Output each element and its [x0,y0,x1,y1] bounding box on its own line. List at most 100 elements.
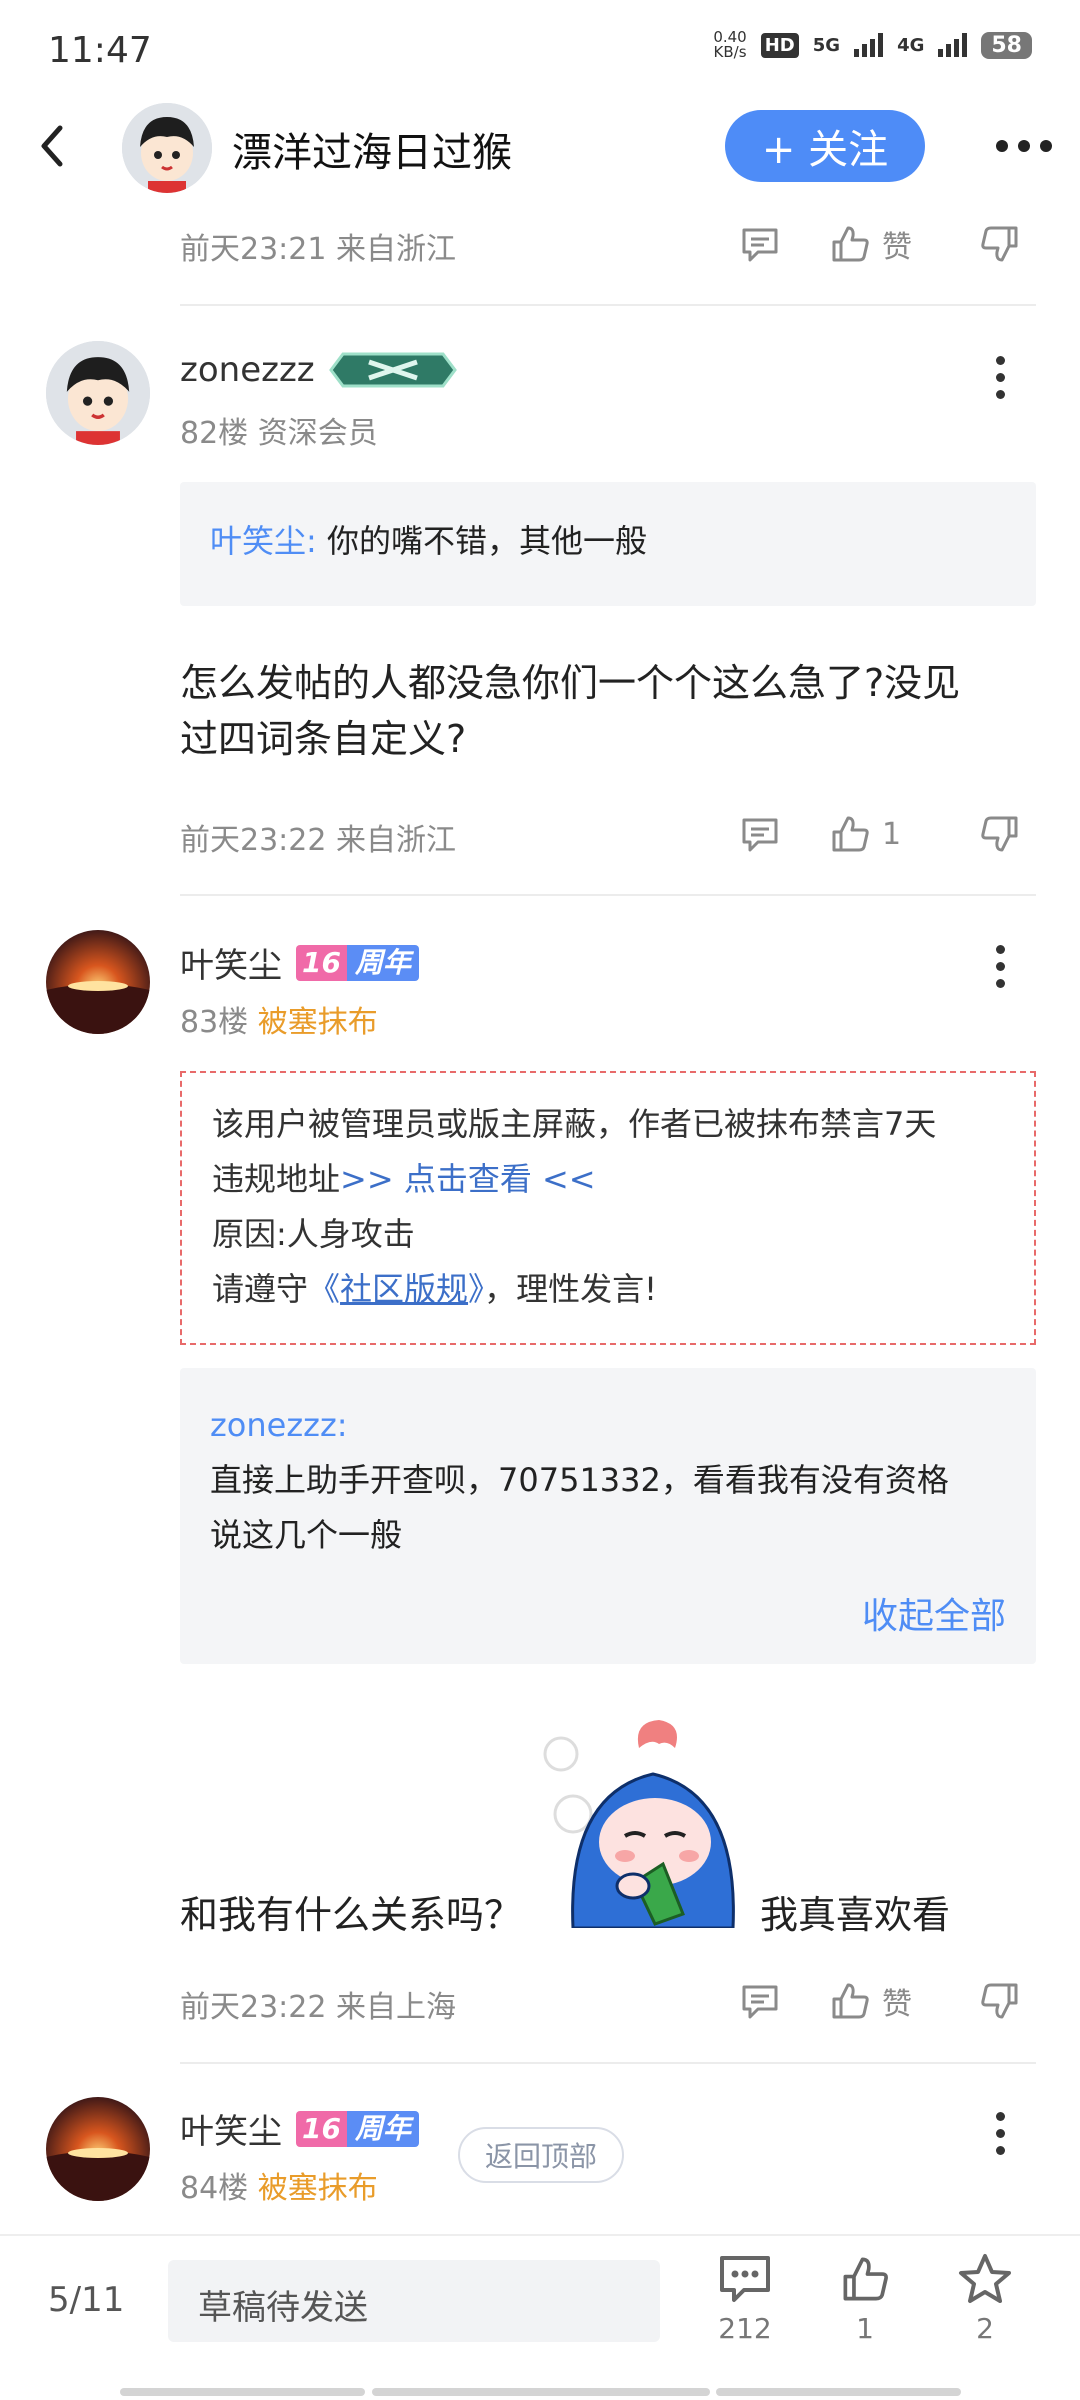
author-avatar[interactable] [122,103,212,193]
badge-text: 周年 [346,944,419,981]
post-meta: 前天23:21 来自浙江 [180,232,456,267]
thumbs-up-icon [832,226,869,262]
username[interactable]: 叶笑尘 [180,938,282,987]
favorite-button[interactable]: 2 [940,2252,1030,2345]
comments-button[interactable]: 212 [700,2252,790,2345]
like-label: 赞 [882,230,912,265]
sunset-avatar-icon [46,2097,150,2201]
status-time: 11:47 [48,30,152,71]
back-button[interactable] [30,118,78,174]
reply-button[interactable] [738,222,782,266]
ban-line-text: 违规地址 [212,1160,341,1198]
divider [180,304,1036,306]
anniversary-badge: 16 周年 [296,2110,419,2147]
user-line: 叶笑尘 16 周年 [180,938,419,987]
like-label: 赞 [882,1987,912,2022]
avatar[interactable] [46,930,150,1034]
user-line: zonezzz [180,350,457,390]
page-indicator[interactable]: 5/11 [48,2280,124,2320]
ban-line: 违规地址>> 点击查看 << [212,1152,1004,1207]
post-body-right: 我真喜欢看 [760,1893,951,1937]
avatar[interactable] [46,341,150,445]
network-4g-label: 4G [897,34,925,56]
badge-number: 16 [296,2110,347,2147]
ban-notice: 该用户被管理员或版主屏蔽，作者已被抹布禁言7天 违规地址>> 点击查看 << 原… [180,1071,1036,1345]
floor-info: 83楼 被塞抹布 [180,997,378,1041]
divider [180,2062,1036,2064]
comment-icon [742,1985,778,2019]
scroll-indicator [120,2388,365,2396]
quote-author[interactable]: 叶笑尘: [210,522,317,560]
thumbs-up-icon [832,1983,869,2019]
post-meta: 前天23:22 来自上海 [180,1990,456,2025]
follow-button[interactable]: + 关注 [725,110,925,182]
net-speed: 0.40 KB/s [713,30,746,60]
member-role: 被塞抹布 [257,1005,378,1040]
page-title: 漂洋过海日过猴 [232,130,512,176]
post-options-icon[interactable] [980,2112,1020,2155]
like-count: 1 [856,2312,874,2345]
thumbs-down-icon [981,816,1018,852]
comment-icon [742,228,778,262]
badge-number: 16 [296,944,347,981]
anniversary-badge: 16 周年 [296,944,419,981]
reply-button[interactable] [738,812,782,856]
dislike-button[interactable] [978,1979,1022,2023]
post-meta: 前天23:22 来自浙江 [180,823,456,858]
hd-icon: HD [760,32,799,58]
quoted-reply: 叶笑尘: 你的嘴不错，其他一般 [180,482,1036,606]
view-violation-link[interactable]: >> 点击查看 << [340,1160,596,1198]
dislike-button[interactable] [978,222,1022,266]
dislike-button[interactable] [978,812,1022,856]
signal-icon-2 [938,33,968,57]
username[interactable]: zonezzz [180,350,315,390]
chevron-left-icon [41,125,63,167]
ban-line-text: ，理性发言! [484,1270,657,1308]
level-badge-icon [328,352,457,388]
quote-text: 说这几个一般 [210,1516,403,1554]
network-5g-label: 5G [812,34,841,56]
thumbs-up-icon [843,2257,888,2301]
reply-input[interactable]: 草稿待发送 [168,2260,660,2342]
post-body-left: 和我有什么关系吗？ [180,1893,523,1937]
reply-button[interactable] [738,1979,782,2023]
post-options-icon[interactable] [980,356,1020,399]
member-role: 被塞抹布 [257,2171,378,2206]
bracket-close: 》 [468,1270,485,1308]
quote-text: 直接上助手开查呗，70751332，看看我有没有资格 [210,1461,949,1499]
like-button[interactable]: 赞 [828,222,912,266]
net-speed-unit: KB/s [713,43,747,61]
member-role: 资深会员 [257,416,378,451]
divider [180,894,1036,896]
back-to-top-button[interactable]: 返回顶部 [458,2127,624,2183]
post-body-line: 过四词条自定义? [180,717,467,761]
comment-icon [742,818,778,852]
battery-icon: 58 [981,31,1032,59]
post-options-icon[interactable] [980,945,1020,988]
sticker-image[interactable] [543,1714,749,1930]
floor-number: 84楼 [180,2171,249,2206]
cartoon-avatar-icon [46,341,150,445]
like-button[interactable]: 1 [828,812,901,856]
cartoon-avatar-icon [122,103,212,193]
ban-line: 原因:人身攻击 [212,1215,415,1253]
sunset-avatar-icon [46,930,150,1034]
scroll-indicator [716,2388,961,2396]
ban-line-text: 请遵守 [212,1270,309,1308]
floor-info: 84楼 被塞抹布 [180,2163,378,2207]
signal-icon [854,33,884,57]
like-button[interactable]: 赞 [828,1979,912,2023]
star-icon [959,2254,1011,2303]
quote-author[interactable]: zonezzz: [210,1398,1006,1453]
more-menu-icon[interactable] [996,140,1052,152]
community-rules-link[interactable]: 社区版规 [340,1270,468,1308]
like-post-button[interactable]: 1 [820,2252,910,2345]
thumbs-down-icon [981,226,1018,262]
floor-number: 82楼 [180,416,249,451]
collapse-all-button[interactable]: 收起全部 [862,1589,1006,1644]
avatar[interactable] [46,2097,150,2201]
quote-text: 你的嘴不错，其他一般 [326,522,647,560]
username[interactable]: 叶笑尘 [180,2104,282,2153]
bracket-open: 《 [308,1270,341,1308]
post-body: 怎么发帖的人都没急你们一个个这么急了?没见 过四词条自定义? [180,655,1036,767]
